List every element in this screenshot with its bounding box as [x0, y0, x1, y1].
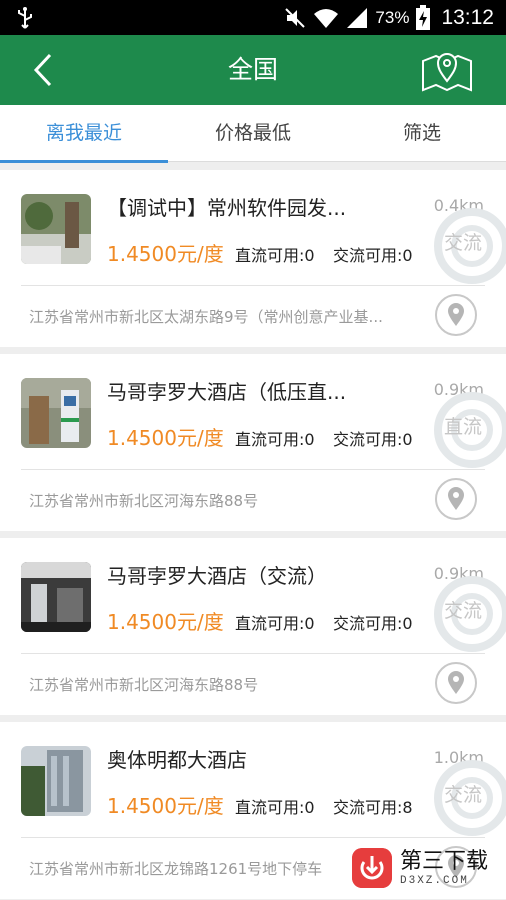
watermark-url: D3XZ.COM: [400, 875, 469, 887]
dc-available: 直流可用:0: [235, 798, 315, 817]
wifi-icon: [314, 8, 339, 28]
tab-active-indicator: [0, 160, 168, 163]
location-pin-icon: [448, 487, 464, 510]
signal-icon: [347, 7, 368, 28]
dc-available: 直流可用:0: [235, 614, 315, 633]
tab-filter[interactable]: 筛选: [338, 105, 506, 162]
station-address: 江苏省常州市新北区河海东路88号: [29, 676, 259, 694]
clock: 13:12: [441, 5, 494, 29]
station-name: 马哥孛罗大酒店（低压直...: [107, 380, 347, 404]
station-photo: [21, 562, 91, 632]
ac-available: 交流可用:0: [333, 614, 413, 633]
tab-nearest[interactable]: 离我最近: [0, 105, 168, 163]
station-price: 1.4500元/度: [107, 610, 224, 634]
charger-type-label: 交流: [444, 600, 483, 622]
status-bar: 73% 13:12: [0, 0, 506, 35]
charger-type-watermark: 交流: [426, 758, 506, 838]
tab-nearest-label: 离我最近: [45, 122, 122, 144]
station-photo: [21, 746, 91, 816]
station-photo: [21, 378, 91, 448]
mute-icon: [285, 7, 306, 28]
charger-type-label: 直流: [444, 416, 483, 438]
station-card[interactable]: 【调试中】常州软件园发... 0.4km 交流 1.4500元/度 直流可用:0…: [0, 170, 506, 347]
location-pin-icon: [448, 303, 464, 326]
charger-type-watermark: 交流: [426, 574, 506, 654]
station-price: 1.4500元/度: [107, 242, 224, 266]
station-address: 江苏省常州市新北区太湖东路9号（常州创意产业基...: [29, 308, 383, 326]
battery-percent: 73%: [375, 7, 410, 27]
tab-filter-label: 筛选: [402, 122, 441, 144]
ac-available: 交流可用:0: [333, 430, 413, 449]
station-name: 奥体明都大酒店: [107, 748, 247, 772]
tab-lowest-price[interactable]: 价格最低: [168, 105, 338, 162]
download-logo-icon: [352, 848, 392, 888]
station-card[interactable]: 马哥孛罗大酒店（交流） 0.9km 交流 1.4500元/度 直流可用:0 交流…: [0, 538, 506, 715]
tab-lowest-price-label: 价格最低: [214, 122, 291, 144]
charger-type-label: 交流: [444, 784, 483, 806]
map-pin-icon[interactable]: [420, 47, 474, 93]
divider: [21, 653, 485, 654]
divider: [21, 285, 485, 286]
station-name: 马哥孛罗大酒店（交流）: [107, 564, 327, 588]
sort-tabs: 离我最近 价格最低 筛选: [0, 105, 506, 163]
location-button[interactable]: [435, 662, 477, 704]
dc-available: 直流可用:0: [235, 246, 315, 265]
station-card[interactable]: 马哥孛罗大酒店（低压直... 0.9km 直流 1.4500元/度 直流可用:0…: [0, 354, 506, 531]
charger-type-label: 交流: [444, 232, 483, 254]
charger-type-watermark: 直流: [426, 390, 506, 470]
dc-available: 直流可用:0: [235, 430, 315, 449]
usb-icon: [18, 7, 32, 29]
charger-type-watermark: 交流: [426, 206, 506, 286]
station-address: 江苏省常州市新北区河海东路88号: [29, 492, 259, 510]
divider: [21, 837, 485, 838]
station-price: 1.4500元/度: [107, 794, 224, 818]
location-pin-icon: [448, 671, 464, 694]
ac-available: 交流可用:8: [333, 798, 413, 817]
location-button[interactable]: [435, 294, 477, 336]
battery-charging-icon: [416, 4, 431, 30]
station-name: 【调试中】常州软件园发...: [107, 196, 347, 220]
divider: [21, 469, 485, 470]
watermark-title: 第三下载: [400, 849, 489, 874]
app-bar: 全国: [0, 35, 506, 105]
ac-available: 交流可用:0: [333, 246, 413, 265]
station-price: 1.4500元/度: [107, 426, 224, 450]
location-button[interactable]: [435, 478, 477, 520]
site-watermark: 第三下载 D3XZ.COM: [352, 844, 506, 892]
station-photo: [21, 194, 91, 264]
